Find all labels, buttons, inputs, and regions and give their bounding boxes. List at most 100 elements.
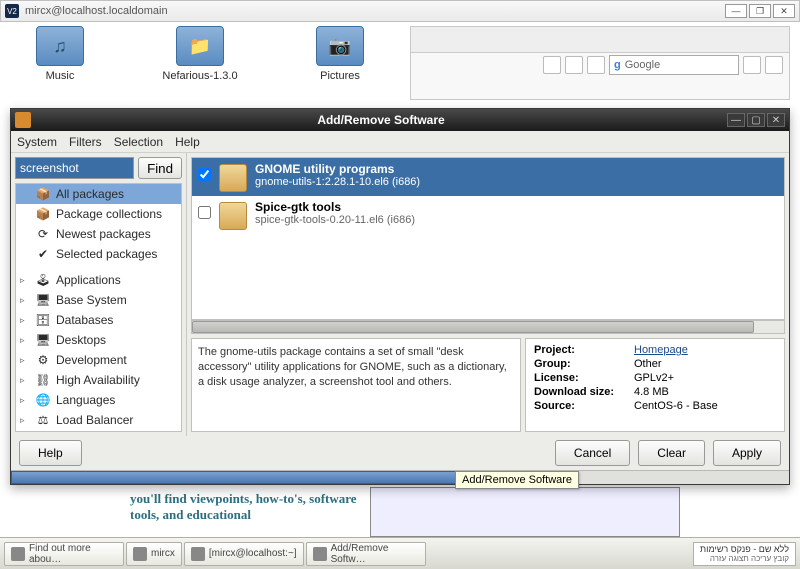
browser-nav-button[interactable] <box>543 56 561 74</box>
category-load-balancer[interactable]: ▹⚖Load Balancer <box>16 410 181 430</box>
category-label: Selected packages <box>56 247 157 261</box>
app-titlebar[interactable]: Add/Remove Software — ▢ ✕ <box>11 109 789 131</box>
taskbar-item[interactable]: [mircx@localhost:~] <box>184 542 304 566</box>
expand-icon[interactable]: ▹ <box>20 415 30 426</box>
meta-label: Source: <box>534 399 634 413</box>
expand-icon[interactable]: ▹ <box>20 335 30 346</box>
category-newest-packages[interactable]: ⟳ Newest packages <box>16 224 181 244</box>
expand-icon[interactable]: ▹ <box>20 275 30 286</box>
package-icon <box>219 202 247 230</box>
desktop-icon: 🖥 <box>34 332 52 348</box>
window-close-button[interactable]: ✕ <box>767 113 785 127</box>
category-selected-packages[interactable]: ✔ Selected packages <box>16 244 181 264</box>
check-icon: ✔ <box>34 246 52 262</box>
app-title: Add/Remove Software <box>37 113 725 127</box>
category-list: 📦 All packages 📦 Package collections ⟳ Newe… <box>15 183 182 432</box>
desktop-icon-pictures[interactable]: 📷 Pictures <box>300 26 380 82</box>
menu-filters[interactable]: Filters <box>69 135 102 149</box>
vnc-title: mircx@localhost.localdomain <box>25 5 168 17</box>
package-icon: 📦 <box>34 186 52 202</box>
tooltip: Add/Remove Software <box>455 471 579 489</box>
category-desktops[interactable]: ▹ 🖥 Desktops <box>16 330 181 350</box>
desktop-area: ♫ Music 📁 Nefarious-1.3.0 📷 Pictures g G… <box>0 22 800 537</box>
package-checkbox[interactable] <box>198 206 211 219</box>
category-resilient-storage[interactable]: ▹💾Resilient Storage <box>16 430 181 432</box>
taskbar-item[interactable]: Add/Remove Softw… <box>306 542 426 566</box>
expand-icon[interactable]: ▹ <box>20 395 30 406</box>
meta-value: CentOS-6 - Base <box>634 399 776 413</box>
category-high-availability[interactable]: ▹ ⛓ High Availability <box>16 370 181 390</box>
app-icon <box>11 547 25 561</box>
category-label: Development <box>56 353 127 367</box>
folder-icon: 📁 <box>176 26 224 66</box>
meta-label: Group: <box>534 357 634 371</box>
category-label: Desktops <box>56 333 106 347</box>
browser-home-button[interactable] <box>587 56 605 74</box>
desktop-icon-label: Pictures <box>300 70 380 82</box>
expand-icon[interactable]: ▹ <box>20 295 30 306</box>
package-description: The gnome-utils package contains a set o… <box>191 338 521 432</box>
desktop-icon-label: Nefarious-1.3.0 <box>160 70 240 82</box>
expand-icon[interactable]: ▹ <box>20 355 30 366</box>
category-base-system[interactable]: ▹🖥Base System <box>16 290 181 310</box>
category-development[interactable]: ▹ ⚙ Development <box>16 350 181 370</box>
window-maximize-button[interactable]: ▢ <box>747 113 765 127</box>
menu-selection[interactable]: Selection <box>114 135 163 149</box>
package-icon: 📦 <box>34 206 52 222</box>
vnc-maximize-button[interactable]: ❐ <box>749 4 771 18</box>
meta-value: GPLv2+ <box>634 371 776 385</box>
loadbalancer-icon: ⚖ <box>34 412 52 428</box>
window-minimize-button[interactable]: — <box>727 113 745 127</box>
clear-button[interactable]: Clear <box>638 440 705 466</box>
vnc-minimize-button[interactable]: — <box>725 4 747 18</box>
database-icon: 🗄 <box>34 312 52 328</box>
category-label: High Availability <box>56 373 140 387</box>
category-databases[interactable]: ▹ 🗄 Databases <box>16 310 181 330</box>
category-package-collections[interactable]: 📦 Package collections <box>16 204 181 224</box>
package-detail: spice-gtk-tools-0.20-11.el6 (i686) <box>255 214 415 226</box>
desktop-icon-music[interactable]: ♫ Music <box>20 26 100 82</box>
taskbar-notepad-rtl[interactable]: ללא שם - פנקס רשימות קובץ עריכה תצוגה עז… <box>693 542 796 566</box>
category-languages[interactable]: ▹🌐Languages <box>16 390 181 410</box>
ha-icon: ⛓ <box>34 372 52 388</box>
desktop-icon-nefarious[interactable]: 📁 Nefarious-1.3.0 <box>160 26 240 82</box>
content-area: GNOME utility programs gnome-utils-1:2.2… <box>187 153 789 436</box>
project-homepage-link[interactable]: Homepage <box>634 344 688 356</box>
taskbar-item[interactable]: mircx <box>126 542 182 566</box>
category-applications[interactable]: ▹🕹Applications <box>16 270 181 290</box>
app-menubar: System Filters Selection Help <box>11 131 789 153</box>
refresh-icon: ⟳ <box>34 226 52 242</box>
browser-menu-button[interactable] <box>765 56 783 74</box>
background-page-content: you'll find viewpoints, how-to's, softwa… <box>20 487 780 537</box>
category-all-packages[interactable]: 📦 All packages <box>16 184 181 204</box>
package-metadata: Project:Homepage Group:Other License:GPL… <box>525 338 785 432</box>
browser-search-box[interactable]: g Google <box>609 55 739 75</box>
category-label: Newest packages <box>56 227 151 241</box>
category-label: Applications <box>56 273 121 287</box>
expand-icon[interactable]: ▹ <box>20 315 30 326</box>
window-hscrollbar[interactable] <box>11 470 789 484</box>
category-label: Package collections <box>56 207 162 221</box>
background-page-thumbnail <box>370 487 680 537</box>
search-input[interactable]: screenshot <box>15 157 134 179</box>
menu-help[interactable]: Help <box>175 135 200 149</box>
browser-bookmark-button[interactable] <box>743 56 761 74</box>
category-label: Languages <box>56 393 115 407</box>
taskbar-item[interactable]: Find out more abou… <box>4 542 124 566</box>
package-checkbox[interactable] <box>198 168 211 181</box>
vnc-close-button[interactable]: ✕ <box>773 4 795 18</box>
package-row[interactable]: Spice-gtk tools spice-gtk-tools-0.20-11.… <box>192 196 784 234</box>
find-button[interactable]: Find <box>138 157 182 179</box>
help-button[interactable]: Help <box>19 440 82 466</box>
package-list-scrollbar[interactable] <box>191 320 785 334</box>
menu-system[interactable]: System <box>17 135 57 149</box>
browser-reload-button[interactable] <box>565 56 583 74</box>
cancel-button[interactable]: Cancel <box>555 440 630 466</box>
google-icon: g <box>614 59 621 71</box>
expand-icon[interactable]: ▹ <box>20 375 30 386</box>
apply-button[interactable]: Apply <box>713 440 781 466</box>
development-icon: ⚙ <box>34 352 52 368</box>
package-row[interactable]: GNOME utility programs gnome-utils-1:2.2… <box>192 158 784 196</box>
category-label: All packages <box>56 187 124 201</box>
category-label: Databases <box>56 313 113 327</box>
